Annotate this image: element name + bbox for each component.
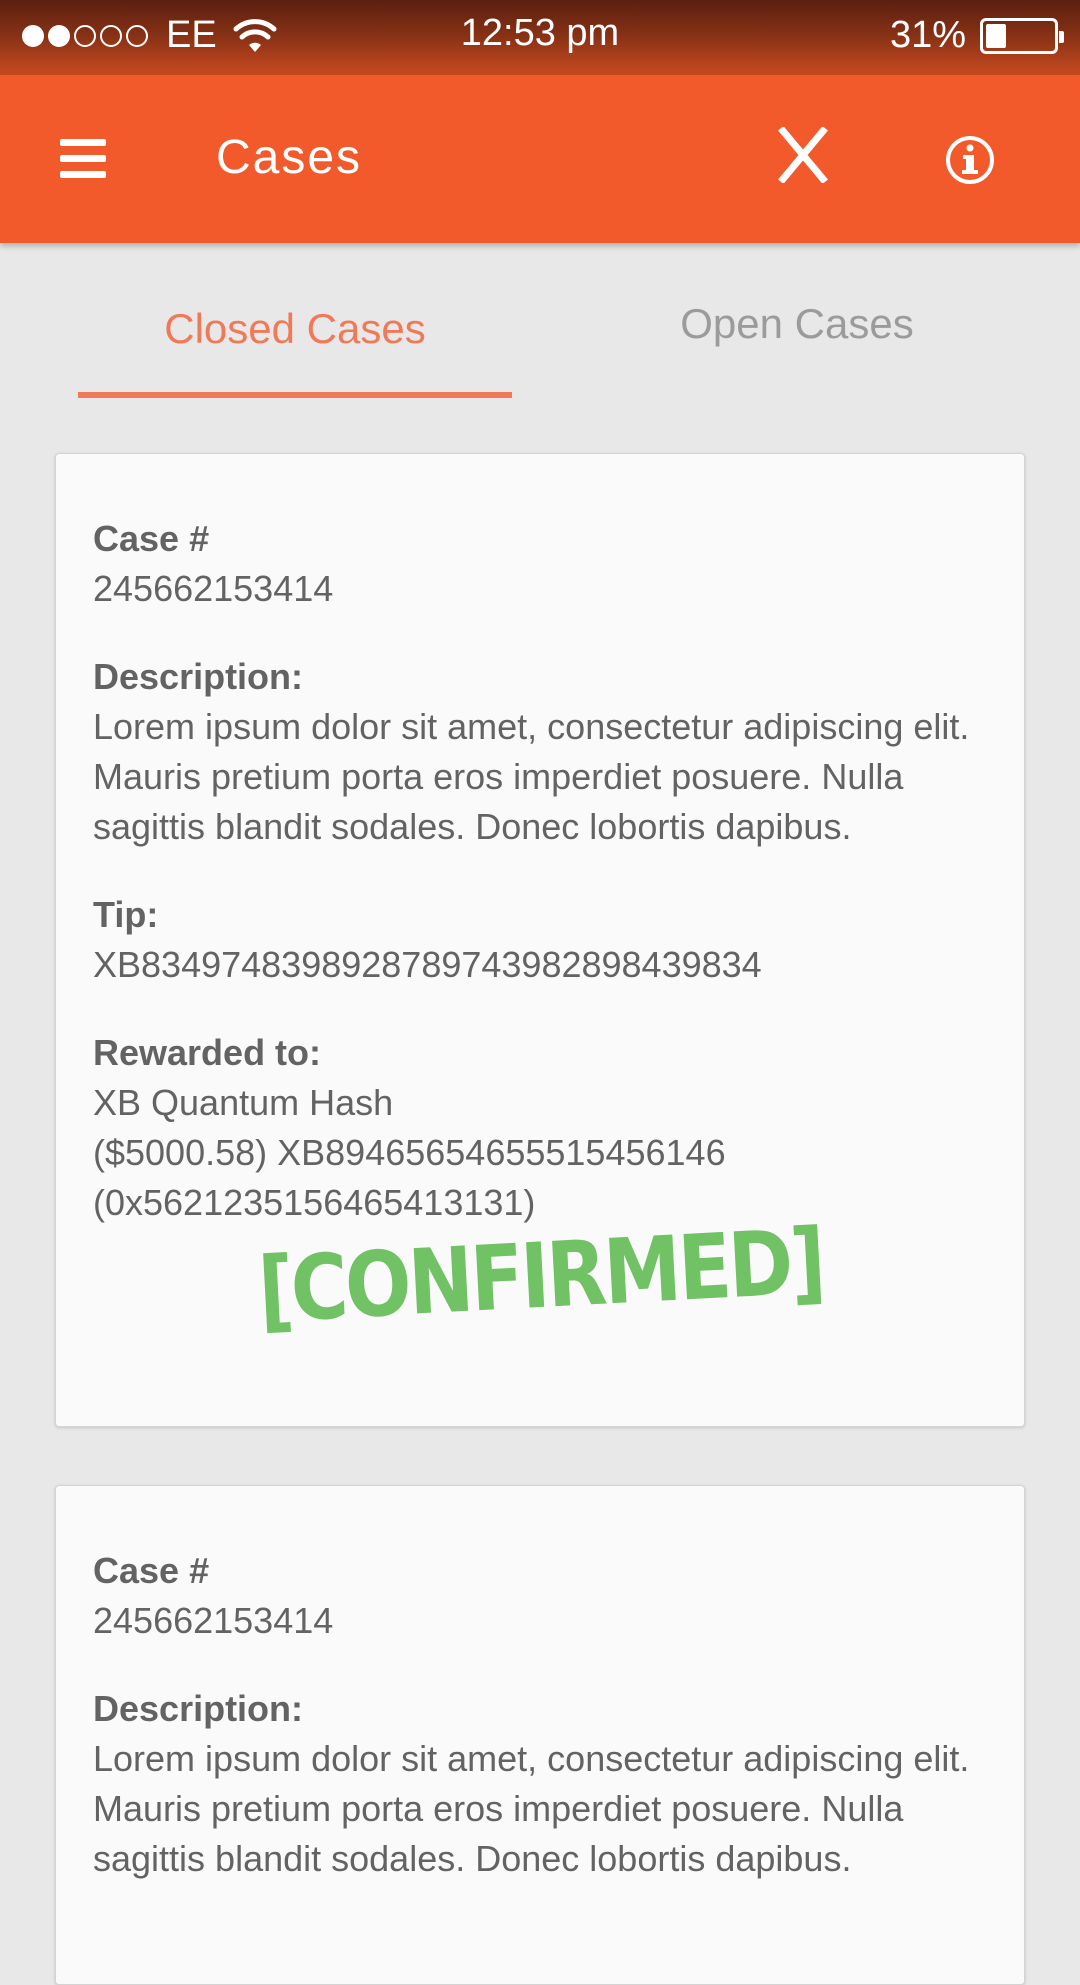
tab-label: Open Cases	[680, 300, 914, 347]
status-bar-right: 31%	[889, 14, 1064, 57]
case-card[interactable]: Case # 245662153414 Description: Lorem i…	[55, 1485, 1025, 1985]
hamburger-menu-icon[interactable]	[60, 139, 106, 179]
battery-fill	[986, 23, 1006, 48]
menu-line	[60, 155, 106, 162]
page-title: Cases	[216, 131, 363, 184]
description-field: Description: Lorem ipsum dolor sit amet,…	[93, 1684, 988, 1884]
description-label: Description:	[93, 656, 304, 697]
app-bar: Cases	[0, 75, 1080, 243]
case-card[interactable]: Case # 245662153414 Description: Lorem i…	[55, 453, 1025, 1427]
rewarded-name: XB Quantum Hash	[93, 1082, 394, 1123]
rewarded-field: Rewarded to: XB Quantum Hash ($5000.58) …	[93, 1028, 988, 1228]
rewarded-amount: ($5000.58) XB89465654655515456146	[93, 1132, 726, 1173]
confirmed-stamp: [CONFIRMED]	[256, 1210, 826, 1344]
tab-label: Closed Cases	[164, 305, 426, 352]
status-bar: EE 12:53 pm 31%	[0, 0, 1080, 75]
menu-line	[60, 139, 106, 146]
case-number-field: Case # 245662153414	[93, 514, 988, 614]
description-field: Description: Lorem ipsum dolor sit amet,…	[93, 652, 988, 852]
tab-closed-cases[interactable]: Closed Cases	[78, 243, 512, 403]
tab-open-cases[interactable]: Open Cases	[580, 243, 1014, 403]
tab-active-indicator	[78, 392, 512, 398]
case-number-value: 245662153414	[93, 568, 334, 609]
menu-line	[60, 171, 106, 178]
tip-label: Tip:	[93, 894, 159, 935]
tip-value: XB8349748398928789743982898439834	[93, 944, 762, 985]
status-stamp-wrap: [CONFIRMED]	[56, 1211, 1026, 1344]
tip-field: Tip: XB8349748398928789743982898439834	[93, 890, 988, 990]
case-number-field: Case # 245662153414	[93, 1546, 988, 1646]
case-number-label: Case #	[93, 1550, 210, 1591]
case-number-value: 245662153414	[93, 1600, 334, 1641]
close-icon[interactable]	[778, 127, 828, 183]
description-value: Lorem ipsum dolor sit amet, consectetur …	[93, 706, 970, 847]
description-value: Lorem ipsum dolor sit amet, consectetur …	[93, 1738, 970, 1879]
info-icon[interactable]	[944, 134, 996, 186]
description-label: Description:	[93, 1688, 304, 1729]
case-tabs: Closed Cases Open Cases	[0, 243, 1080, 403]
battery-percent: 31%	[889, 14, 966, 56]
rewarded-label: Rewarded to:	[93, 1032, 322, 1073]
rewarded-address: (0x5621235156465413131)	[93, 1182, 536, 1223]
case-number-label: Case #	[93, 518, 210, 559]
battery-icon	[980, 17, 1064, 54]
battery-nub	[1059, 30, 1064, 43]
